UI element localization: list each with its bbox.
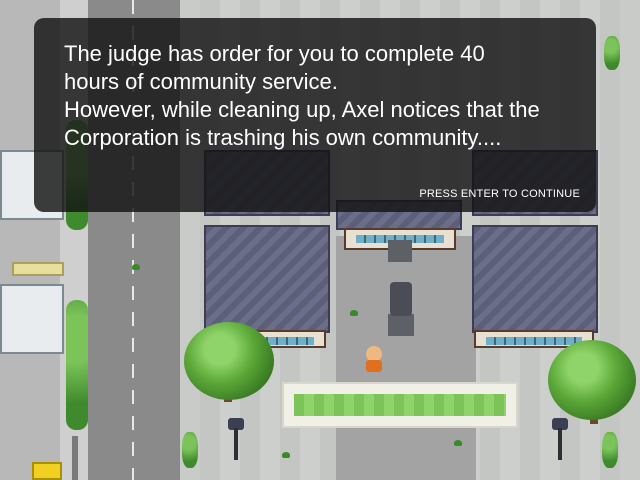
dialog-line-4: Corporation is trashing his own communit…: [64, 125, 502, 150]
trash-icon[interactable]: [132, 264, 140, 270]
dialog-box[interactable]: The judge has order for you to complete …: [34, 18, 596, 212]
lamp-post: [558, 428, 562, 460]
building-roof-right: [472, 225, 598, 333]
hedge-column: [66, 300, 88, 430]
trash-icon[interactable]: [454, 440, 462, 446]
street-pole: [72, 436, 78, 480]
shrub-icon: [182, 432, 198, 468]
tree-icon: [184, 322, 274, 400]
continue-prompt[interactable]: PRESS ENTER TO CONTINUE: [419, 188, 580, 200]
flowerbed-grass: [294, 394, 506, 416]
player-character: [366, 360, 382, 372]
flowerbed: [282, 382, 518, 428]
dialog-line-1: The judge has order for you to complete …: [64, 41, 485, 66]
dialog-line-2: hours of community service.: [64, 69, 338, 94]
lamp-post: [234, 428, 238, 460]
trash-icon[interactable]: [350, 310, 358, 316]
building-roof-left: [204, 225, 330, 333]
trash-icon[interactable]: [282, 452, 290, 458]
statue-pedestal: [388, 314, 414, 336]
dialog-line-3: However, while cleaning up, Axel notices…: [64, 97, 540, 122]
shrub-icon: [604, 36, 620, 70]
left-shop-bottom: [0, 284, 64, 354]
statue-icon: [390, 282, 412, 316]
entrance-steps: [388, 240, 412, 262]
yellow-barrier: [32, 462, 62, 480]
shrub-icon: [602, 432, 618, 468]
tree-icon: [548, 340, 636, 420]
bench: [12, 262, 64, 276]
